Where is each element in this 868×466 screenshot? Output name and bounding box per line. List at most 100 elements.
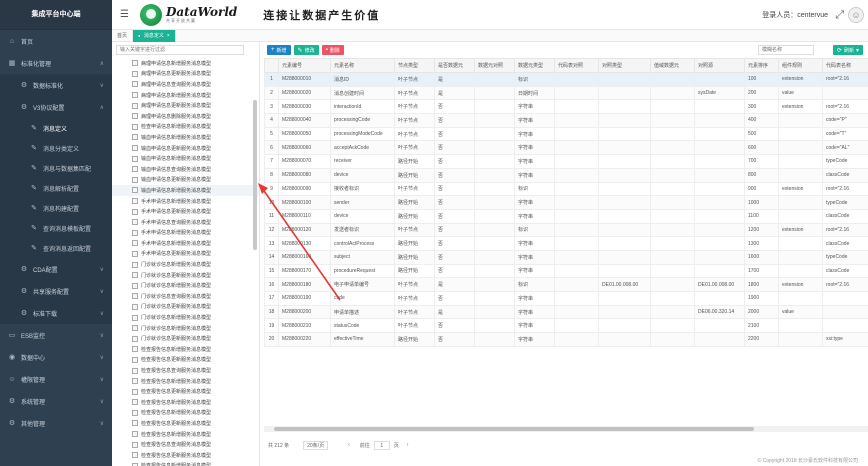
table-row[interactable]: 19 M288000210 statusCode 叶子节点否 字符串 2100 [264, 318, 868, 334]
sidebar-item-message-category[interactable]: ✎ 消息分类定义 [0, 138, 112, 158]
tree-item[interactable]: 检查申请信息新增服务消息模型 [112, 122, 259, 133]
column-header[interactable]: 数据元对照 [474, 58, 515, 73]
tree-search-input[interactable] [116, 45, 244, 55]
tree-item[interactable]: 检查报告信息查询服务消息模型 [112, 365, 259, 376]
tree-item[interactable]: 手术申请信息查询服务消息模型 [112, 217, 259, 228]
delete-button[interactable]: ▪ 删除 [321, 45, 344, 55]
tree-item[interactable]: 检查报告信息新增服务消息模型 [112, 344, 259, 355]
tree-item[interactable]: 检查报告信息新增服务消息模型 [112, 397, 259, 408]
sidebar-item-data-center[interactable]: ◉ 数据中心 ∨ [0, 346, 112, 368]
tree-item[interactable]: 门诊就诊信息更新服务消息模型 [112, 270, 259, 281]
table-row[interactable]: 15 M288000170 procedureRequest 路径开始否 字符串 1700… [264, 263, 868, 279]
fullscreen-icon[interactable]: ⤢ [835, 9, 844, 22]
menu-toggle-icon[interactable]: ☰ [120, 9, 134, 20]
tree-item[interactable]: 输血申请信息更新服务消息模型 [112, 175, 259, 186]
column-header[interactable]: 节点类型 [394, 58, 435, 73]
table-row[interactable]: 10 M288000100 sender 路径开始否 字符串 1000 typeCode [264, 195, 868, 210]
next-page-icon[interactable]: › [407, 442, 409, 448]
sidebar-item-message-build[interactable]: ✎ 消息构建配置 [0, 198, 112, 218]
column-header[interactable] [264, 58, 279, 73]
sidebar-item-message-parse[interactable]: ✎ 消息解析配置 [0, 178, 112, 198]
sidebar-item-system[interactable]: ⚙ 系统管理 ∨ [0, 390, 112, 412]
table-row[interactable]: 16 M288000180 电子申请单编号 叶子节点是 标识 DE01.00.008.00… [264, 277, 868, 292]
tree-item[interactable]: 检查报告信息更新服务消息模型 [112, 355, 259, 366]
prev-page-icon[interactable]: ‹ [348, 442, 350, 448]
page-input[interactable]: 1 [373, 440, 390, 450]
tree-item[interactable]: 输血申请信息新增服务消息模型 [112, 132, 259, 143]
horizontal-scrollbar[interactable] [264, 426, 868, 432]
grid-search-input[interactable] [758, 45, 814, 55]
tree-item[interactable]: 输血申请信息更新服务消息模型 [112, 143, 259, 154]
tree-item[interactable]: 检查报告信息新增服务消息模型 [112, 429, 259, 440]
sidebar-item-other[interactable]: ⚙ 其他管理 ∨ [0, 412, 112, 434]
table-row[interactable]: 2 M288000020 消息创建时间 叶子节点是 日期时间 sysDate 200 valu… [264, 85, 868, 101]
tree-item[interactable]: 输血申请信息新增服务消息模型 [112, 153, 259, 164]
refresh-button[interactable]: ⟳ 刷新 ▾ [832, 45, 863, 55]
edit-button[interactable]: ✎ 修改 [293, 45, 319, 55]
table-row[interactable]: 14 M288000160 subject 路径开始否 字符串 1600 typeCode [264, 249, 868, 265]
sidebar-item-permission[interactable]: ☺ 權限管理 ∨ [0, 368, 112, 390]
table-row[interactable]: 1 M288000010 消息ID 叶子节点是 标识 100 extension root="… [264, 72, 868, 87]
sidebar-item-cda[interactable]: ⚙ CDA配置 ∨ [0, 258, 112, 280]
page-size-select[interactable]: 20条/页 [303, 440, 329, 450]
tree-item[interactable]: 手术申请信息更新服务消息模型 [112, 206, 259, 217]
tree-item[interactable]: 病理申请信息新增服务消息模型 [112, 58, 259, 69]
tree-item[interactable]: 检查报告信息更新服务消息模型 [112, 418, 259, 429]
table-row[interactable]: 9 M288000090 接收者标识 叶子节点否 标识 900 extension root=… [264, 181, 868, 197]
tree-item[interactable]: 门诊就诊信息更新服务消息模型 [112, 333, 259, 344]
table-row[interactable]: 20 M288000220 effectiveTime 路径开始否 字符串 2200 xsi… [264, 332, 868, 347]
tree-item[interactable]: 病理申请信息查询服务消息模型 [112, 79, 259, 90]
close-icon[interactable]: × [167, 33, 170, 39]
tree-item[interactable]: 输血申请信息新增服务消息模型 [112, 185, 259, 196]
tab-message-definition[interactable]: 消息定义× [133, 29, 176, 42]
column-header[interactable]: 对照源 [694, 58, 745, 73]
tree-item[interactable]: 手术申请信息新增服务消息模型 [112, 196, 259, 207]
table-row[interactable]: 18 M288000200 申请单描述 叶子节点是 字符串 DE06.00.320.14 2… [264, 304, 868, 320]
tree-item[interactable]: 手术申请信息新增服务消息模型 [112, 228, 259, 239]
tree-item[interactable]: 手术申请信息新增服务消息模型 [112, 238, 259, 249]
sidebar-item-v3-protocol[interactable]: ⚙ V3协议配置 ∧ [0, 96, 112, 118]
sidebar-item-query-return[interactable]: ✎ 查询消息返回配置 [0, 238, 112, 258]
tree-item[interactable]: 门诊就诊信息新增服务消息模型 [112, 280, 259, 291]
sidebar-item-data-standardization[interactable]: ⚙ 数据标准化 ∨ [0, 74, 112, 96]
tree-item[interactable]: 病理申请信息新增服务消息模型 [112, 90, 259, 101]
tree-item[interactable]: 输血申请信息查询服务消息模型 [112, 164, 259, 175]
table-row[interactable]: 7 M288000070 receiver 路径开始否 字符串 700 typeCode [264, 154, 868, 169]
tree-item[interactable]: 检查报告信息更新服务消息模型 [112, 386, 259, 397]
column-header[interactable]: 元素排序 [744, 58, 779, 73]
column-header[interactable]: 代码表名称 [822, 58, 868, 73]
tree-scrollbar[interactable] [253, 100, 257, 250]
table-row[interactable]: 5 M288000050 processingModeCode 叶子节点否 字符串 500… [264, 126, 868, 142]
tree-item[interactable]: 病理申请信息更新服务消息模型 [112, 100, 259, 111]
tree-item[interactable]: 检查报告信息新增服务消息模型 [112, 376, 259, 387]
table-row[interactable]: 12 M288000120 发送者标识 叶子节点否 标识 1200 extension roo… [264, 222, 868, 238]
tree-item[interactable]: 病理申请信息更新服务消息模型 [112, 69, 259, 80]
avatar[interactable]: ☺ [848, 7, 864, 23]
column-header[interactable]: 数据元类型 [514, 58, 555, 73]
tree-item[interactable]: 检查报告信息新增服务消息模型 [112, 408, 259, 419]
tree-item[interactable]: 手术申请信息更新服务消息模型 [112, 249, 259, 260]
table-row[interactable]: 11 M288000110 device 路径开始否 字符串 1100 classCode [264, 208, 868, 224]
sidebar-item-standard-download[interactable]: ⚙ 标准下载 ∨ [0, 302, 112, 324]
column-header[interactable]: 对照类型 [598, 58, 651, 73]
column-header[interactable]: 值域数据元 [650, 58, 695, 73]
table-row[interactable]: 6 M288000060 acceptAckCode 叶子节点否 字符串 600 code=… [264, 140, 868, 156]
tab-home[interactable]: 首页 [112, 29, 134, 42]
scrollbar-thumb[interactable] [274, 427, 754, 431]
column-header[interactable]: 组件规则 [778, 58, 823, 73]
column-header[interactable]: 元素编号 [278, 58, 331, 73]
table-row[interactable]: 8 M288000080 device 路径开始否 字符串 800 classCode [264, 167, 868, 183]
sidebar-item-shared-service[interactable]: ⚙ 共享服务配置 ∨ [0, 280, 112, 302]
tree-item[interactable]: 门诊就诊信息新增服务消息模型 [112, 312, 259, 323]
table-row[interactable]: 4 M288000040 processingCode 叶子节点否 字符串 400 code… [264, 113, 868, 128]
sidebar-item-esb[interactable]: ▭ ESB监控 ∨ [0, 324, 112, 346]
add-button[interactable]: + 新增 [267, 45, 291, 55]
column-header[interactable]: 元素名称 [330, 58, 395, 73]
table-row[interactable]: 17 M288000190 code 叶子节点否 字符串 1900 [264, 291, 868, 306]
tree-item[interactable]: 门诊就诊信息新增服务消息模型 [112, 259, 259, 270]
sidebar-item-message-dataset-match[interactable]: ✎ 消息与数据集匹配 [0, 158, 112, 178]
sidebar-item-home[interactable]: ⌂ 首页 [0, 30, 112, 52]
table-row[interactable]: 13 M288000130 controlActProcess 路径开始否 字符串 130… [264, 236, 868, 251]
tree-item[interactable]: 病理申请信息删除服务消息模型 [112, 111, 259, 122]
sidebar-item-message-definition[interactable]: ✎ 消息定义 [0, 118, 112, 138]
